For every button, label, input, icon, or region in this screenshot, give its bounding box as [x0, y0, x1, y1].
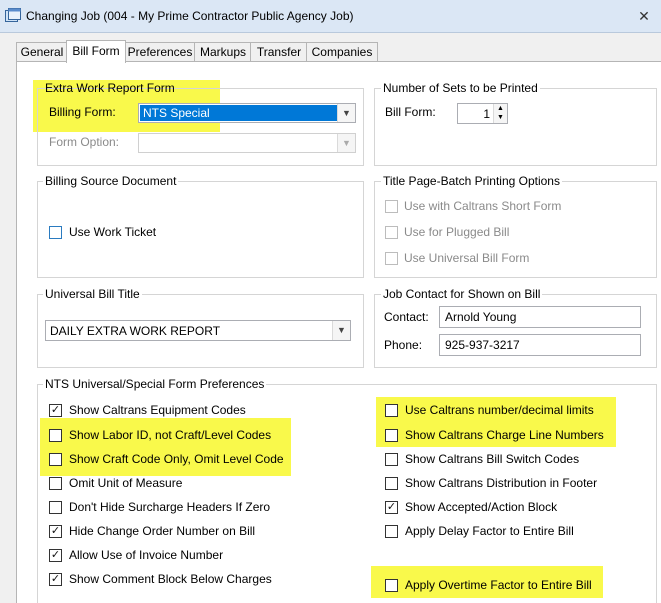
- billing-source-title: Billing Source Document: [43, 174, 179, 188]
- billing-form-label: Billing Form:: [49, 105, 116, 119]
- phone-label: Phone:: [384, 338, 423, 352]
- universal-bill-title-heading: Universal Bill Title: [43, 287, 142, 301]
- tab-general[interactable]: General: [16, 42, 68, 62]
- nts-left-option-label: Show Labor ID, not Craft/Level Codes: [69, 428, 272, 442]
- nts-left-option-label: Show Caltrans Equipment Codes: [69, 403, 246, 417]
- nts-left-option-label: Don't Hide Surcharge Headers If Zero: [69, 500, 271, 514]
- nts-right-option-checkbox[interactable]: [385, 477, 398, 490]
- form-option-select[interactable]: ▼: [138, 133, 356, 153]
- tab-bill-form[interactable]: Bill Form: [66, 40, 126, 63]
- nts-right-option-checkbox[interactable]: [385, 579, 398, 592]
- universal-bill-form-label: Use Universal Bill Form: [404, 251, 530, 265]
- nts-right-option-checkbox[interactable]: ✓: [385, 501, 398, 514]
- nts-right-option-checkbox[interactable]: [385, 453, 398, 466]
- nts-right-option-label: Apply Overtime Factor to Entire Bill: [405, 578, 592, 592]
- nts-right-option-label: Show Caltrans Charge Line Numbers: [405, 428, 604, 442]
- number-of-sets-title: Number of Sets to be Printed: [381, 81, 540, 95]
- title-bar: Changing Job (004 - My Prime Contractor …: [0, 0, 661, 33]
- billing-form-select[interactable]: NTS Special ▼: [138, 103, 356, 123]
- nts-left-option-checkbox[interactable]: [49, 501, 62, 514]
- nts-left-option-checkbox[interactable]: [49, 453, 62, 466]
- nts-right-option-checkbox[interactable]: [385, 525, 398, 538]
- extra-work-report-group: [37, 88, 364, 166]
- nts-right-option-checkbox[interactable]: [385, 404, 398, 417]
- caltrans-short-form-checkbox[interactable]: [385, 200, 398, 213]
- plugged-bill-label: Use for Plugged Bill: [404, 225, 510, 239]
- chevron-down-icon[interactable]: ▼: [332, 321, 350, 340]
- nts-right-option-label: Show Caltrans Distribution in Footer: [405, 476, 598, 490]
- job-contact-title: Job Contact for Shown on Bill: [381, 287, 543, 301]
- contact-input[interactable]: Arnold Young: [439, 306, 641, 328]
- nts-left-option-checkbox[interactable]: [49, 477, 62, 490]
- plugged-bill-checkbox[interactable]: [385, 226, 398, 239]
- nts-left-option-checkbox[interactable]: ✓: [49, 549, 62, 562]
- tab-preferences[interactable]: Preferences: [124, 42, 196, 62]
- title-page-title: Title Page-Batch Printing Options: [381, 174, 562, 188]
- nts-right-option-label: Show Caltrans Bill Switch Codes: [405, 452, 580, 466]
- tab-strip: General Bill Form Preferences Markups Tr…: [0, 40, 661, 63]
- nts-preferences-title: NTS Universal/Special Form Preferences: [43, 377, 267, 391]
- tab-companies[interactable]: Companies: [306, 42, 378, 62]
- contact-label: Contact:: [384, 310, 429, 324]
- nts-right-option-label: Show Accepted/Action Block: [405, 500, 558, 514]
- universal-bill-title-value: DAILY EXTRA WORK REPORT: [50, 324, 221, 338]
- app-window-icon: [5, 8, 21, 22]
- bill-form-sets-stepper[interactable]: 1 ▲ ▼: [457, 103, 508, 124]
- window-title: Changing Job (004 - My Prime Contractor …: [26, 9, 354, 23]
- universal-bill-form-checkbox[interactable]: [385, 252, 398, 265]
- tab-transfer[interactable]: Transfer: [250, 42, 308, 62]
- nts-right-option-label: Apply Delay Factor to Entire Bill: [405, 524, 574, 538]
- nts-left-option-label: Hide Change Order Number on Bill: [69, 524, 256, 538]
- number-of-sets-group: [374, 88, 657, 166]
- nts-left-option-label: Allow Use of Invoice Number: [69, 548, 224, 562]
- chevron-down-icon[interactable]: ▼: [337, 134, 355, 152]
- use-work-ticket-label: Use Work Ticket: [69, 225, 157, 239]
- nts-right-option-checkbox[interactable]: [385, 429, 398, 442]
- form-option-label: Form Option:: [49, 135, 120, 149]
- nts-left-option-checkbox[interactable]: ✓: [49, 404, 62, 417]
- caltrans-short-form-label: Use with Caltrans Short Form: [404, 199, 562, 213]
- nts-left-option-checkbox[interactable]: ✓: [49, 573, 62, 586]
- tab-markups[interactable]: Markups: [194, 42, 252, 62]
- nts-right-option-label: Use Caltrans number/decimal limits: [405, 403, 594, 417]
- billing-form-value: NTS Special: [143, 106, 210, 120]
- phone-input[interactable]: 925-937-3217: [439, 334, 641, 356]
- use-work-ticket-checkbox[interactable]: [49, 226, 62, 239]
- bill-form-sets-label: Bill Form:: [385, 105, 436, 119]
- nts-left-option-checkbox[interactable]: ✓: [49, 525, 62, 538]
- extra-work-report-title: Extra Work Report Form: [45, 81, 175, 95]
- chevron-down-icon[interactable]: ▼: [337, 104, 355, 122]
- close-icon[interactable]: ✕: [637, 9, 651, 23]
- stepper-arrows-icon[interactable]: ▲ ▼: [493, 104, 507, 123]
- nts-left-option-label: Show Comment Block Below Charges: [69, 572, 272, 586]
- nts-left-option-label: Show Craft Code Only, Omit Level Code: [69, 452, 284, 466]
- nts-left-option-label: Omit Unit of Measure: [69, 476, 183, 490]
- nts-left-option-checkbox[interactable]: [49, 429, 62, 442]
- bill-form-sets-value: 1: [483, 107, 490, 121]
- universal-bill-title-select[interactable]: DAILY EXTRA WORK REPORT ▼: [45, 320, 351, 341]
